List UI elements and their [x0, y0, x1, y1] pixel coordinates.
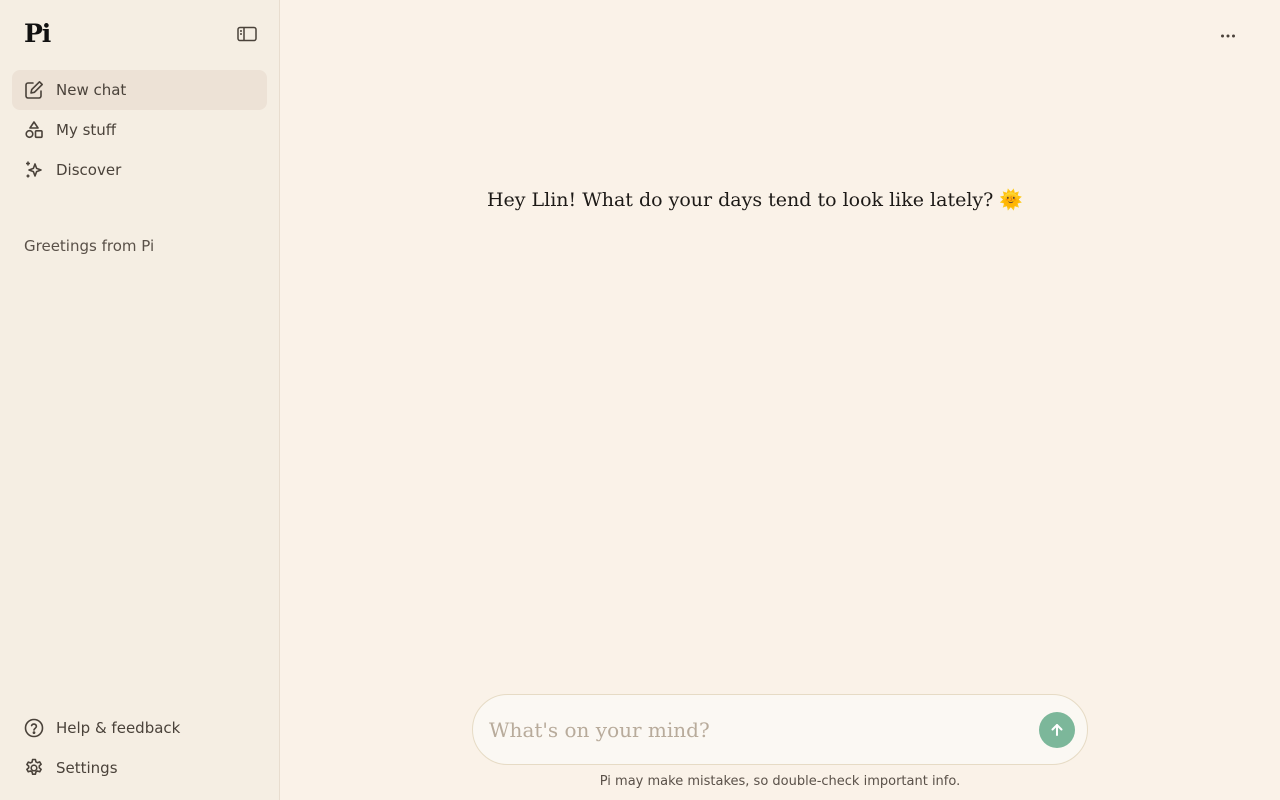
conversation-greetings-from-pi[interactable]: Greetings from Pi — [24, 237, 154, 255]
message-composer — [472, 694, 1088, 765]
message-input[interactable] — [489, 713, 1019, 747]
settings-button[interactable]: Settings — [12, 748, 267, 788]
sidebar-bottom-nav: Help & feedback Settings — [12, 708, 267, 788]
sidebar-nav: New chat My stuff Discover — [12, 70, 267, 190]
nav-label-my-stuff: My stuff — [56, 121, 117, 139]
shapes-icon — [24, 120, 44, 140]
gear-icon — [24, 758, 44, 778]
arrow-up-icon — [1051, 724, 1063, 736]
sparkles-icon — [24, 160, 44, 180]
sun-emoji-icon: 🌞 — [999, 189, 1024, 211]
nav-label-new-chat: New chat — [56, 81, 127, 99]
discover-button[interactable]: Discover — [12, 150, 267, 190]
more-options-icon[interactable] — [1218, 26, 1238, 46]
greeting-text: Hey Llin! What do your days tend to look… — [486, 189, 994, 211]
edit-icon — [24, 80, 44, 100]
nav-label-help: Help & feedback — [56, 719, 181, 737]
chat-main: Hey Llin! What do your days tend to look… — [280, 0, 1280, 800]
my-stuff-button[interactable]: My stuff — [12, 110, 267, 150]
disclaimer-text: Pi may make mistakes, so double-check im… — [599, 774, 961, 789]
pi-logo[interactable]: Pi — [24, 19, 51, 48]
help-circle-icon — [24, 718, 44, 738]
sidebar: Pi New chat My stuff Discover Greetings … — [0, 0, 280, 800]
help-feedback-button[interactable]: Help & feedback — [12, 708, 267, 748]
nav-label-discover: Discover — [56, 161, 122, 179]
send-button[interactable] — [1039, 712, 1075, 748]
new-chat-button[interactable]: New chat — [12, 70, 267, 110]
sidebar-toggle-icon[interactable] — [237, 26, 257, 42]
greeting-message: Hey Llin! What do your days tend to look… — [280, 188, 1230, 211]
nav-label-settings: Settings — [56, 759, 118, 777]
